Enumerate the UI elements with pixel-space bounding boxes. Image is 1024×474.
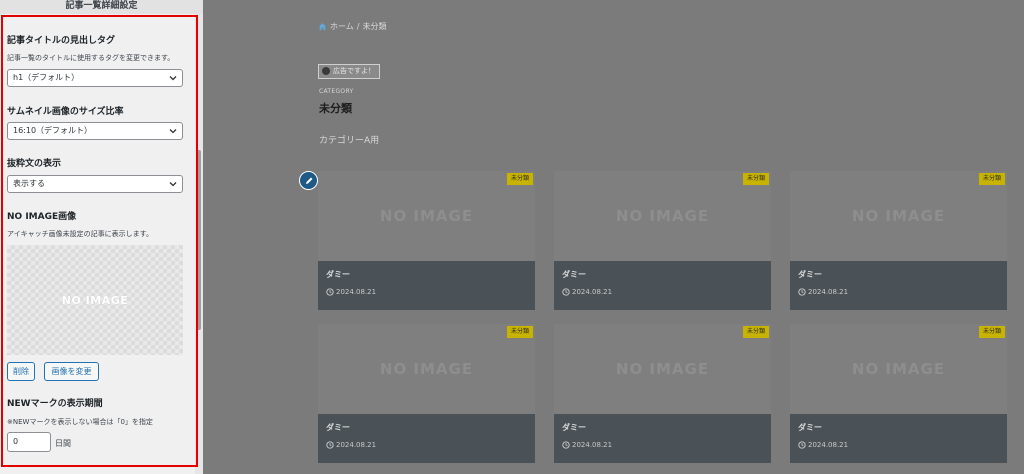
post-thumbnail-text: NO IMAGE: [851, 207, 946, 225]
post-date: 2024.08.21: [562, 288, 612, 296]
change-image-button[interactable]: 画像を変更: [44, 362, 99, 381]
post-title: ダミー: [798, 270, 822, 279]
breadcrumb-current: 未分類: [362, 22, 387, 31]
post-card[interactable]: NO IMAGE 未分類 ダミー 2024.08.21: [554, 171, 771, 310]
post-thumbnail-text: NO IMAGE: [615, 360, 710, 378]
post-title: ダミー: [562, 423, 586, 432]
post-card[interactable]: NO IMAGE 未分類 ダミー 2024.08.21: [318, 324, 535, 463]
post-card[interactable]: NO IMAGE 未分類 ダミー 2024.08.21: [790, 324, 1007, 463]
breadcrumb-separator: /: [356, 22, 360, 31]
panel-scrollbar-thumb[interactable]: [197, 150, 201, 330]
home-icon: [318, 23, 327, 31]
thumb-ratio-select-value: 16:10（デフォルト）: [13, 126, 93, 135]
noimage-title: NO IMAGE画像: [7, 212, 77, 222]
category-badge: 未分類: [742, 173, 769, 185]
post-card[interactable]: NO IMAGE 未分類 ダミー 2024.08.21: [790, 171, 1007, 310]
edit-shortcut-button[interactable]: [299, 171, 318, 190]
category-badge: 未分類: [506, 173, 533, 185]
post-card[interactable]: NO IMAGE 未分類 ダミー 2024.08.21: [554, 324, 771, 463]
site-preview: ホーム / 未分類 広告ですよ！ CATEGORY 未分類 カテゴリーA用 NO…: [203, 0, 1024, 474]
noimage-preview: NO IMAGE: [7, 245, 183, 355]
post-date-text: 2024.08.21: [808, 441, 849, 449]
post-date: 2024.08.21: [562, 441, 612, 449]
post-meta: ダミー 2024.08.21: [554, 414, 771, 463]
post-date-text: 2024.08.21: [572, 288, 613, 296]
chevron-down-icon: [169, 76, 177, 81]
post-meta: ダミー 2024.08.21: [554, 261, 771, 310]
breadcrumb-home[interactable]: ホーム: [330, 21, 354, 32]
post-date-text: 2024.08.21: [572, 441, 613, 449]
excerpt-title: 抜粋文の表示: [7, 159, 62, 169]
clock-icon: [562, 288, 570, 296]
post-thumbnail: NO IMAGE: [318, 324, 535, 414]
post-thumbnail: NO IMAGE: [554, 324, 771, 414]
noimage-desc: アイキャッチ画像未設定の記事に表示します。: [7, 230, 153, 238]
post-thumbnail: NO IMAGE: [790, 171, 1007, 261]
breadcrumb: ホーム / 未分類: [318, 21, 386, 32]
post-date-text: 2024.08.21: [808, 288, 849, 296]
panel-header: 記事一覧詳細設定: [0, 0, 203, 14]
category-badge: 未分類: [978, 326, 1005, 338]
new-mark-title: NEWマークの表示期間: [7, 399, 103, 409]
clock-icon: [798, 441, 806, 449]
clock-icon: [326, 441, 334, 449]
customizer-panel: 記事一覧詳細設定 記事タイトルの見出しタグ 記事一覧のタイトルに使用するタグを変…: [0, 0, 203, 474]
delete-button[interactable]: 削除: [7, 362, 35, 381]
post-thumbnail: NO IMAGE: [790, 324, 1007, 414]
post-thumbnail-text: NO IMAGE: [851, 360, 946, 378]
heading-tag-select-value: h1（デフォルト）: [13, 73, 80, 82]
heading-tag-title: 記事タイトルの見出しタグ: [7, 36, 116, 46]
ad-label: 広告ですよ！: [318, 64, 380, 79]
post-thumbnail-text: NO IMAGE: [615, 207, 710, 225]
new-mark-days-input[interactable]: 0: [7, 432, 51, 452]
clock-icon: [326, 288, 334, 296]
chevron-down-icon: [169, 129, 177, 134]
post-date: 2024.08.21: [326, 288, 376, 296]
post-date-text: 2024.08.21: [336, 288, 377, 296]
post-thumbnail: NO IMAGE: [318, 171, 535, 261]
post-date: 2024.08.21: [326, 441, 376, 449]
post-thumbnail: NO IMAGE: [554, 171, 771, 261]
category-description: カテゴリーA用: [319, 136, 380, 146]
thumb-ratio-select[interactable]: 16:10（デフォルト）: [7, 122, 183, 140]
post-date: 2024.08.21: [798, 288, 848, 296]
post-meta: ダミー 2024.08.21: [318, 261, 535, 310]
excerpt-select-value: 表示する: [13, 179, 45, 188]
post-thumbnail-text: NO IMAGE: [379, 207, 474, 225]
ad-label-text: 広告ですよ！: [333, 67, 375, 75]
clock-icon: [798, 288, 806, 296]
noimage-preview-text: NO IMAGE: [61, 293, 129, 307]
pencil-icon: [305, 177, 312, 184]
category-label: CATEGORY: [319, 88, 354, 95]
post-title: ダミー: [326, 423, 350, 432]
info-icon: [322, 67, 330, 75]
thumb-ratio-title: サムネイル画像のサイズ比率: [7, 107, 124, 117]
heading-tag-select[interactable]: h1（デフォルト）: [7, 69, 183, 87]
post-meta: ダミー 2024.08.21: [318, 414, 535, 463]
category-badge: 未分類: [506, 326, 533, 338]
heading-tag-desc: 記事一覧のタイトルに使用するタグを変更できます。: [7, 54, 175, 62]
category-badge: 未分類: [978, 173, 1005, 185]
post-date: 2024.08.21: [798, 441, 848, 449]
category-badge: 未分類: [742, 326, 769, 338]
post-title: ダミー: [798, 423, 822, 432]
post-meta: ダミー 2024.08.21: [790, 414, 1007, 463]
post-card[interactable]: NO IMAGE 未分類 ダミー 2024.08.21: [318, 171, 535, 310]
new-mark-desc: ※NEWマークを表示しない場合は「0」を指定: [7, 418, 153, 426]
new-mark-unit: 日間: [55, 439, 71, 448]
excerpt-select[interactable]: 表示する: [7, 175, 183, 193]
post-title: ダミー: [562, 270, 586, 279]
chevron-down-icon: [169, 182, 177, 187]
category-title: 未分類: [319, 102, 352, 115]
clock-icon: [562, 441, 570, 449]
post-thumbnail-text: NO IMAGE: [379, 360, 474, 378]
post-date-text: 2024.08.21: [336, 441, 377, 449]
post-title: ダミー: [326, 270, 350, 279]
post-meta: ダミー 2024.08.21: [790, 261, 1007, 310]
